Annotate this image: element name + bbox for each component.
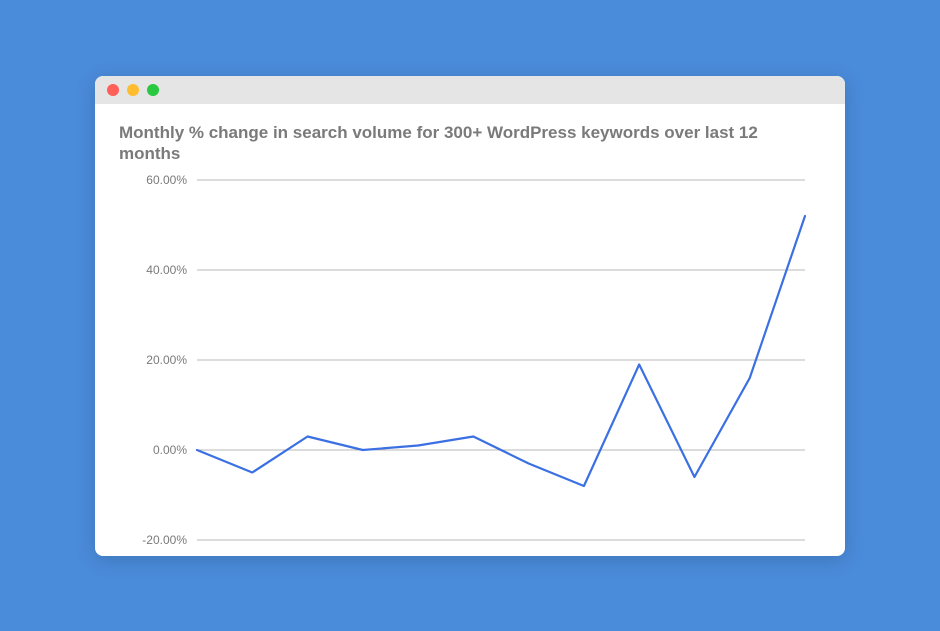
chart-title: Monthly % change in search volume for 30… — [119, 122, 759, 165]
y-tick-label: 0.00% — [153, 443, 187, 457]
minimize-icon[interactable] — [127, 84, 139, 96]
zoom-icon[interactable] — [147, 84, 159, 96]
close-icon[interactable] — [107, 84, 119, 96]
y-tick-label: 20.00% — [146, 353, 187, 367]
y-tick-label: 60.00% — [146, 174, 187, 187]
chart-area: -20.00% 0.00% 20.00% 40.00% 60.00% — [119, 174, 821, 554]
y-tick-label: 40.00% — [146, 263, 187, 277]
chart-series-line — [197, 216, 805, 486]
y-tick-label: -20.00% — [142, 533, 187, 547]
line-chart: -20.00% 0.00% 20.00% 40.00% 60.00% — [119, 174, 819, 554]
window-content: Monthly % change in search volume for 30… — [95, 104, 845, 556]
window-titlebar — [95, 76, 845, 104]
app-window: Monthly % change in search volume for 30… — [95, 76, 845, 556]
